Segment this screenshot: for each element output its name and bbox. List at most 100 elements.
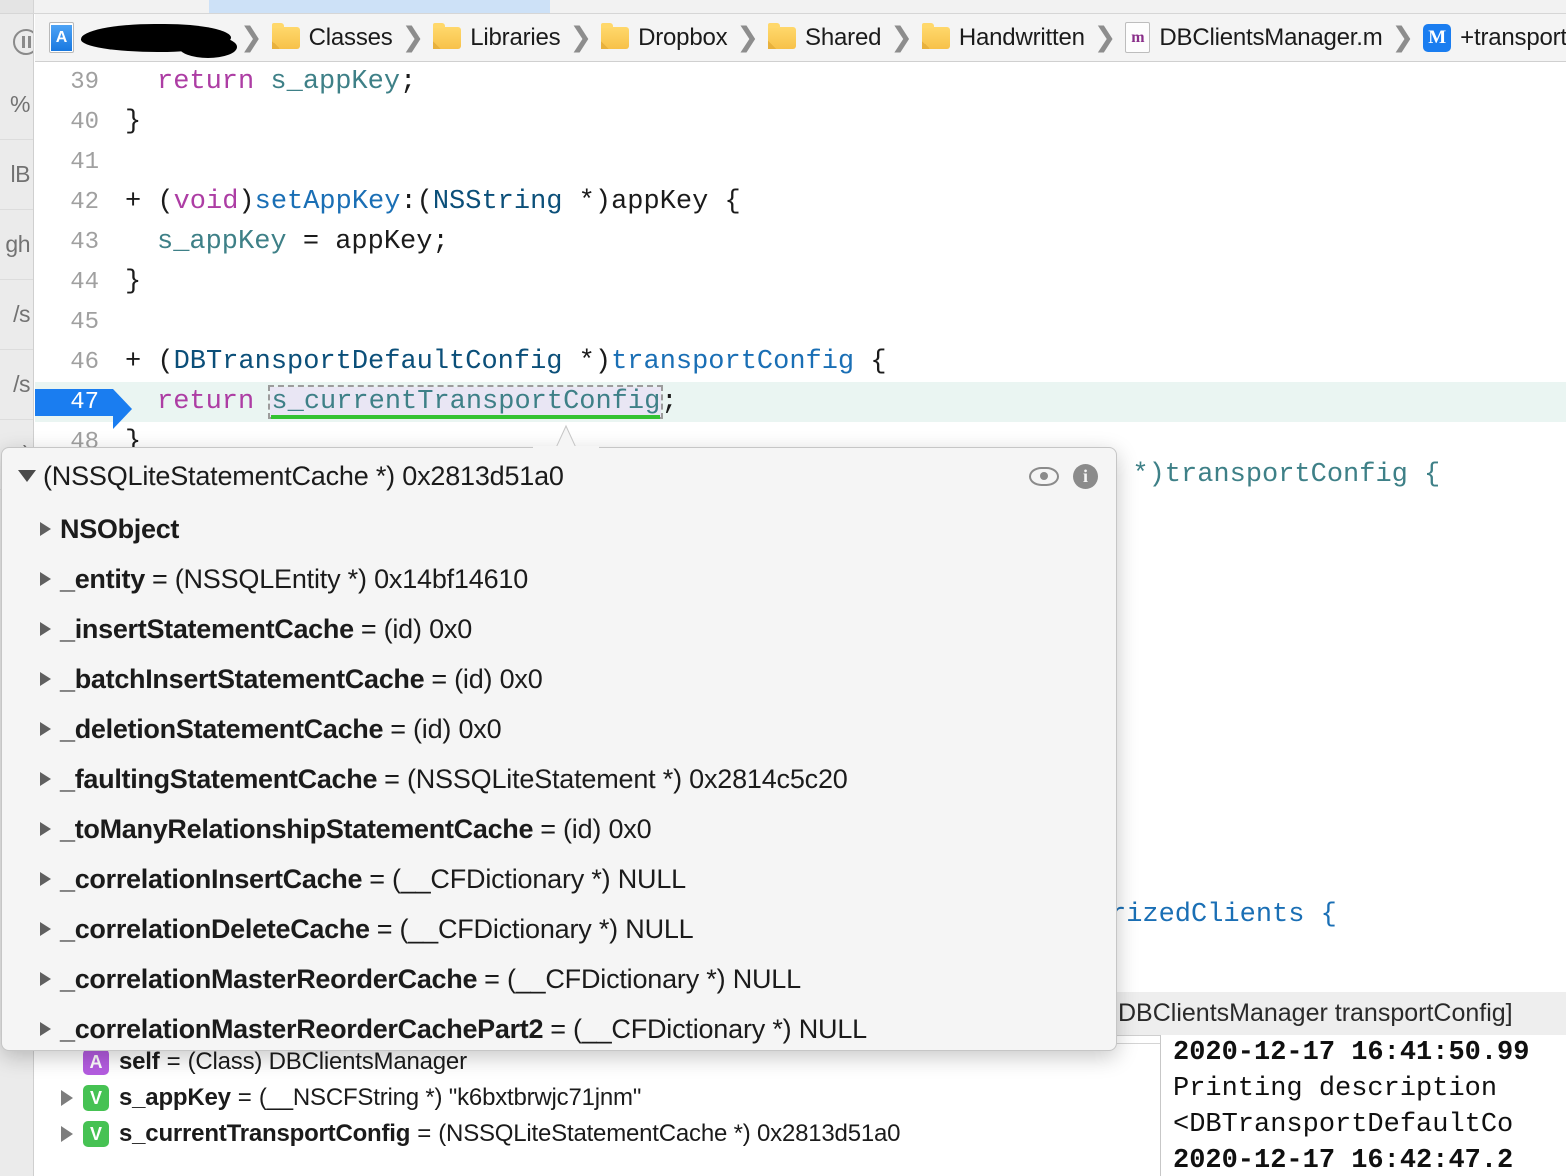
variable-datatip-popover[interactable]: (NSSQLiteStatementCache *) 0x2813d51a0 i… bbox=[1, 447, 1117, 1051]
tab-strip-gutter bbox=[0, 0, 34, 13]
code-line[interactable]: 41 bbox=[35, 142, 1566, 182]
code-line[interactable]: 39return s_appKey; bbox=[35, 62, 1566, 102]
breadcrumb-item-classes[interactable]: Classes bbox=[272, 24, 393, 52]
code-line[interactable]: 40} bbox=[35, 102, 1566, 142]
popover-row[interactable]: _entity=(NSSQLEntity *) 0x14bf14610 bbox=[40, 554, 1116, 604]
chevron-right-icon[interactable] bbox=[40, 572, 51, 586]
code-line-current[interactable]: 47return s_currentTransportConfig; bbox=[35, 382, 1566, 422]
chevron-right-icon[interactable] bbox=[40, 672, 51, 686]
code-token: return bbox=[157, 387, 254, 417]
eye-icon[interactable] bbox=[1029, 467, 1059, 486]
variable-equals: = bbox=[417, 1120, 431, 1148]
breadcrumb-separator: ❯ bbox=[1094, 22, 1117, 53]
popover-row[interactable]: _toManyRelationshipStatementCache=(id) 0… bbox=[40, 804, 1116, 854]
chevron-right-icon[interactable] bbox=[40, 522, 51, 536]
variables-panel[interactable]: Aself = (Class) DBClientsManagerVs_appKe… bbox=[35, 1043, 1160, 1176]
info-icon[interactable]: i bbox=[1073, 464, 1098, 489]
code-line-text: + (DBTransportDefaultConfig *)transportC… bbox=[113, 347, 887, 377]
code-token bbox=[254, 387, 270, 417]
breadcrumb-item-dropbox[interactable]: Dropbox bbox=[601, 24, 727, 52]
code-token: DBTransportDefaultConfig bbox=[174, 347, 563, 377]
popover-row-equals: = bbox=[484, 964, 500, 995]
variable-equals: = bbox=[238, 1084, 252, 1112]
breadcrumb-item-shared[interactable]: Shared bbox=[768, 24, 881, 52]
popover-header-actions[interactable]: i bbox=[1029, 464, 1098, 489]
code-lines: 39return s_appKey;40}4142+ (void)setAppK… bbox=[35, 62, 1566, 462]
popover-row-name: _deletionStatementCache bbox=[60, 714, 383, 745]
code-token: void bbox=[174, 187, 239, 217]
popover-row-name: _batchInsertStatementCache bbox=[60, 664, 424, 695]
chevron-right-icon[interactable] bbox=[40, 922, 51, 936]
chevron-right-icon[interactable] bbox=[40, 872, 51, 886]
code-token: + ( bbox=[125, 347, 174, 377]
gauge-memory[interactable]: lB bbox=[0, 140, 33, 210]
popover-row-value: (id) 0x0 bbox=[454, 664, 542, 695]
breadcrumb-label: Shared bbox=[805, 24, 881, 52]
code-line-text: return s_currentTransportConfig; bbox=[113, 387, 678, 417]
line-number: 46 bbox=[35, 349, 113, 376]
code-line[interactable]: 46+ (DBTransportDefaultConfig *)transpor… bbox=[35, 342, 1566, 382]
code-token: return bbox=[157, 67, 254, 97]
objc-m-file-icon: m bbox=[1125, 22, 1150, 53]
popover-row-value: (id) 0x0 bbox=[563, 814, 651, 845]
console-panel[interactable]: 2020-12-17 16:41:50.99Printing descripti… bbox=[1160, 1035, 1566, 1176]
popover-header[interactable]: (NSSQLiteStatementCache *) 0x2813d51a0 i bbox=[2, 448, 1116, 504]
popover-row[interactable]: _correlationDeleteCache=(__CFDictionary … bbox=[40, 904, 1116, 954]
variable-value: (NSSQLiteStatementCache *) 0x2813d51a0 bbox=[438, 1120, 900, 1148]
breadcrumb-item-libraries[interactable]: Libraries bbox=[433, 24, 560, 52]
chevron-right-icon[interactable] bbox=[40, 722, 51, 736]
console-lines: 2020-12-17 16:41:50.99Printing descripti… bbox=[1173, 1035, 1566, 1176]
popover-row[interactable]: _correlationMasterReorderCachePart2=(__C… bbox=[40, 1004, 1116, 1051]
breadcrumb-separator: ❯ bbox=[402, 22, 425, 53]
console-line: 2020-12-17 16:41:50.99 bbox=[1173, 1035, 1566, 1071]
popover-row-name: _correlationDeleteCache bbox=[60, 914, 370, 945]
popover-row-value: (__CFDictionary *) NULL bbox=[573, 1014, 867, 1045]
gauge-disk[interactable]: /s bbox=[0, 280, 33, 350]
code-token: { bbox=[854, 347, 886, 377]
popover-row-equals: = bbox=[384, 764, 400, 795]
line-number: 42 bbox=[35, 189, 113, 216]
code-line[interactable]: 44} bbox=[35, 262, 1566, 302]
popover-row[interactable]: _batchInsertStatementCache=(id) 0x0 bbox=[40, 654, 1116, 704]
popover-row-equals: = bbox=[369, 864, 385, 895]
code-token: s_appKey bbox=[157, 227, 287, 257]
inspected-variable-token[interactable]: s_currentTransportConfig bbox=[270, 387, 661, 417]
tab-active-document[interactable] bbox=[209, 0, 550, 13]
code-line[interactable]: 43s_appKey = appKey; bbox=[35, 222, 1566, 262]
gauge-pause[interactable] bbox=[0, 14, 33, 70]
variable-row[interactable]: Vs_appKey = (__NSCFString *) "k6bxtbrwjc… bbox=[35, 1080, 1160, 1116]
editor-tab-strip[interactable] bbox=[0, 0, 1566, 14]
code-token: ; bbox=[661, 387, 677, 417]
breadcrumb-item-project[interactable]: A bbox=[49, 22, 231, 53]
popover-row[interactable]: _deletionStatementCache=(id) 0x0 bbox=[40, 704, 1116, 754]
class-badge-icon: A bbox=[83, 1049, 109, 1075]
chevron-right-icon[interactable] bbox=[40, 972, 51, 986]
popover-row[interactable]: _correlationMasterReorderCache=(__CFDict… bbox=[40, 954, 1116, 1004]
gauge-network[interactable]: /s bbox=[0, 350, 33, 420]
popover-row[interactable]: _insertStatementCache=(id) 0x0 bbox=[40, 604, 1116, 654]
chevron-right-icon[interactable] bbox=[61, 1090, 73, 1106]
gauge-cpu[interactable]: % bbox=[0, 70, 33, 140]
breadcrumb-item-file[interactable]: m DBClientsManager.m bbox=[1125, 22, 1382, 53]
popover-row[interactable]: NSObject bbox=[40, 504, 1116, 554]
popover-row[interactable]: _faultingStatementCache=(NSSQLiteStateme… bbox=[40, 754, 1116, 804]
popover-pointer bbox=[533, 424, 599, 450]
breadcrumb-item-handwritten[interactable]: Handwritten bbox=[922, 24, 1085, 52]
chevron-right-icon[interactable] bbox=[40, 1022, 51, 1036]
chevron-right-icon[interactable] bbox=[40, 622, 51, 636]
popover-row[interactable]: _correlationInsertCache=(__CFDictionary … bbox=[40, 854, 1116, 904]
chevron-right-icon[interactable] bbox=[40, 772, 51, 786]
gauge-energy[interactable]: gh bbox=[0, 210, 33, 280]
code-line[interactable]: 45 bbox=[35, 302, 1566, 342]
code-line-text: s_appKey = appKey; bbox=[113, 227, 449, 257]
variable-name: self bbox=[119, 1048, 160, 1076]
chevron-right-icon[interactable] bbox=[40, 822, 51, 836]
breadcrumb-item-method[interactable]: M +transportConfig bbox=[1423, 24, 1566, 52]
variable-row[interactable]: Vs_currentTransportConfig = (NSSQLiteSta… bbox=[35, 1116, 1160, 1152]
chevron-right-icon[interactable] bbox=[61, 1126, 73, 1142]
breadcrumb-separator: ❯ bbox=[890, 22, 913, 53]
variable-name: s_appKey bbox=[119, 1084, 231, 1112]
chevron-down-icon[interactable] bbox=[18, 470, 36, 482]
breadcrumb[interactable]: A ❯ Classes ❯ Libraries ❯ Dropbox ❯ Shar… bbox=[35, 14, 1566, 62]
code-line[interactable]: 42+ (void)setAppKey:(NSString *)appKey { bbox=[35, 182, 1566, 222]
